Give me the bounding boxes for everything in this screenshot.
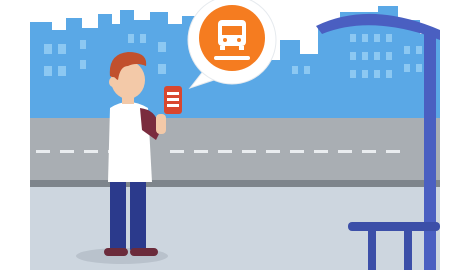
phone-icon (164, 86, 182, 114)
bus-stop-illustration (30, 0, 440, 270)
curb (30, 180, 440, 187)
road-lane-markings (36, 150, 400, 153)
